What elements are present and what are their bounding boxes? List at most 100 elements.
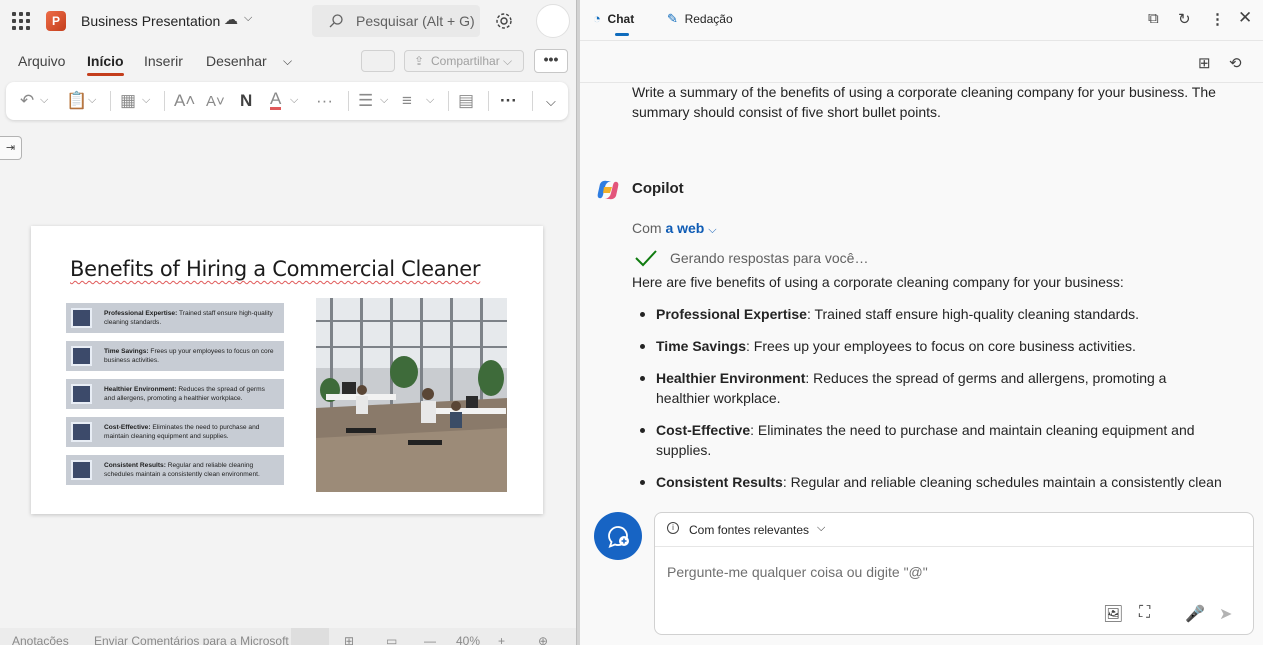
tab-inserir[interactable]: Inserir (144, 53, 183, 69)
more-options-button[interactable]: ••• (534, 49, 568, 73)
slide-bullet[interactable]: Cost-Effective: Eliminates the need to p… (66, 417, 284, 447)
tab-redacao[interactable]: ✎ Redação (667, 11, 733, 27)
normal-view-button[interactable] (291, 628, 329, 645)
plugins-icon[interactable]: ⊞ (1198, 54, 1211, 72)
office-photo[interactable] (316, 298, 507, 492)
expertise-icon (71, 308, 92, 328)
screenshot-icon[interactable]: ⛶ (1139, 604, 1150, 622)
title-bar: P Business Presentation ☁ ⌵ Pesquisar (A… (0, 0, 576, 44)
add-image-icon[interactable]: 🖼 (1103, 604, 1123, 624)
refresh-icon[interactable]: ↻ (1178, 10, 1191, 28)
time-icon (71, 346, 92, 366)
item-text: : Frees up your employees to focus on co… (746, 338, 1136, 354)
chevron-down-icon[interactable]: ⌵ (244, 12, 252, 25)
list-item: Professional Expertise: Trained staff en… (632, 304, 1222, 324)
item-label: Healthier Environment (656, 370, 806, 386)
chevron-down-icon[interactable]: ⌵ (283, 54, 292, 69)
chevron-down-icon[interactable]: ⌵ (708, 224, 716, 236)
generating-status: Gerando respostas para você… (670, 250, 869, 266)
search-box[interactable]: Pesquisar (Alt + G) (312, 5, 480, 37)
tab-chat[interactable]: ◔ Chat (593, 11, 635, 36)
divider (348, 91, 349, 111)
chevron-down-icon[interactable]: ⌵ (426, 94, 434, 107)
share-button[interactable]: ⇪ Compartilhar ⌵ (404, 50, 524, 72)
new-chat-icon (608, 526, 629, 549)
response-list: Professional Expertise: Trained staff en… (632, 304, 1222, 496)
tab-desenhar[interactable]: Desenhar (206, 53, 267, 69)
list-item: Healthier Environment: Reduces the sprea… (632, 368, 1222, 408)
more-options-icon[interactable]: ⋮ (1210, 10, 1225, 28)
fit-slide-icon[interactable]: ⊕ (538, 634, 548, 645)
microphone-icon[interactable]: 🎤 (1185, 604, 1205, 624)
notes-button[interactable]: Anotações (12, 634, 69, 645)
chat-input[interactable]: Pergunte-me qualquer coisa ou digite "@" (667, 564, 928, 580)
feedback-link[interactable]: Enviar Comentários para a Microsoft (94, 634, 289, 645)
history-icon[interactable]: ⟲ (1229, 54, 1242, 72)
status-bar: Anotações Enviar Comentários para a Micr… (0, 628, 576, 645)
autosave-status-icon[interactable]: ☁ (224, 11, 238, 28)
share-icon: ⇪ (414, 54, 425, 68)
tab-arquivo[interactable]: Arquivo (18, 53, 65, 69)
decrease-font-icon[interactable]: A˅ (206, 93, 225, 110)
paste-icon[interactable]: 📋 (66, 91, 87, 111)
source-selector[interactable]: i Com fontes relevantes ⌵ (655, 513, 1253, 547)
chevron-down-icon[interactable]: ⌵ (380, 94, 388, 107)
reading-view-icon[interactable]: ▭ (386, 634, 397, 645)
compose-icon: ✎ (667, 11, 678, 26)
designer-icon[interactable]: ▤ (458, 91, 474, 111)
source-link[interactable]: a web (665, 220, 704, 236)
zoom-level[interactable]: 40% (456, 634, 480, 645)
more-font-icon[interactable]: ··· (316, 91, 333, 111)
increase-font-icon[interactable]: A˄ (174, 91, 195, 111)
close-icon[interactable]: ✕ (1238, 8, 1252, 28)
health-icon (71, 384, 92, 404)
search-icon (329, 14, 343, 28)
source-prefix: Com (632, 220, 662, 236)
zoom-in-button[interactable]: + (498, 634, 505, 645)
app-launcher-icon[interactable] (12, 12, 30, 30)
gear-icon[interactable] (494, 11, 514, 31)
bold-icon[interactable]: N (240, 91, 252, 111)
zoom-out-button[interactable]: — (424, 634, 436, 645)
new-chat-button[interactable] (594, 512, 642, 560)
document-title[interactable]: Business Presentation (81, 13, 220, 29)
avatar[interactable] (536, 4, 570, 38)
item-label: Time Savings (656, 338, 747, 354)
undo-icon[interactable]: ↶ (20, 91, 34, 111)
bullets-icon[interactable]: ☰ (358, 91, 373, 111)
expand-thumbnails-icon[interactable]: ⇥ (0, 136, 22, 160)
copilot-logo-icon (597, 180, 619, 200)
bullet-label: Consistent Results: (104, 462, 166, 469)
chevron-down-icon[interactable]: ⌵ (817, 522, 825, 535)
slide-title[interactable]: Benefits of Hiring a Commercial Cleaner (70, 257, 481, 281)
chevron-down-icon[interactable]: ⌵ (88, 94, 96, 107)
more-commands-icon[interactable]: ··· (500, 91, 517, 111)
open-new-window-icon[interactable]: ⧉ (1148, 10, 1159, 27)
slide-bullet[interactable]: Healthier Environment: Reduces the sprea… (66, 379, 284, 409)
tab-inicio[interactable]: Início (87, 53, 124, 76)
new-slide-icon[interactable]: ▦ (120, 91, 136, 111)
divider (164, 91, 165, 111)
list-item: Time Savings: Frees up your employees to… (632, 336, 1222, 356)
chevron-down-icon[interactable]: ⌵ (290, 94, 298, 107)
comments-button[interactable] (361, 50, 395, 72)
slide-canvas[interactable]: Benefits of Hiring a Commercial Cleaner … (31, 226, 543, 514)
chevron-down-icon[interactable]: ⌵ (40, 94, 48, 107)
slide-sorter-icon[interactable]: ⊞ (344, 634, 354, 645)
slide-bullet[interactable]: Time Savings: Frees up your employees to… (66, 341, 284, 371)
user-message: Write a summary of the benefits of using… (632, 84, 1216, 120)
copilot-subheader: ⊞ ⟲ (580, 40, 1263, 83)
send-icon[interactable]: ➤ (1219, 604, 1232, 624)
font-color-icon[interactable]: A (270, 90, 282, 110)
align-icon[interactable]: ≡ (402, 91, 412, 111)
powerpoint-pane: P Business Presentation ☁ ⌵ Pesquisar (A… (0, 0, 576, 645)
slide-bullet[interactable]: Professional Expertise: Trained staff en… (66, 303, 284, 333)
slide-bullet[interactable]: Consistent Results: Regular and reliable… (66, 455, 284, 485)
source-indicator[interactable]: Com a web ⌵ (632, 220, 717, 237)
chevron-down-icon[interactable]: ⌵ (142, 94, 150, 107)
expand-ribbon-icon[interactable]: ⌵ (546, 94, 556, 110)
info-icon: i (667, 522, 679, 534)
item-label: Cost-Effective (656, 422, 751, 438)
tab-chat-label: Chat (607, 12, 635, 26)
item-label: Consistent Results (656, 474, 783, 490)
